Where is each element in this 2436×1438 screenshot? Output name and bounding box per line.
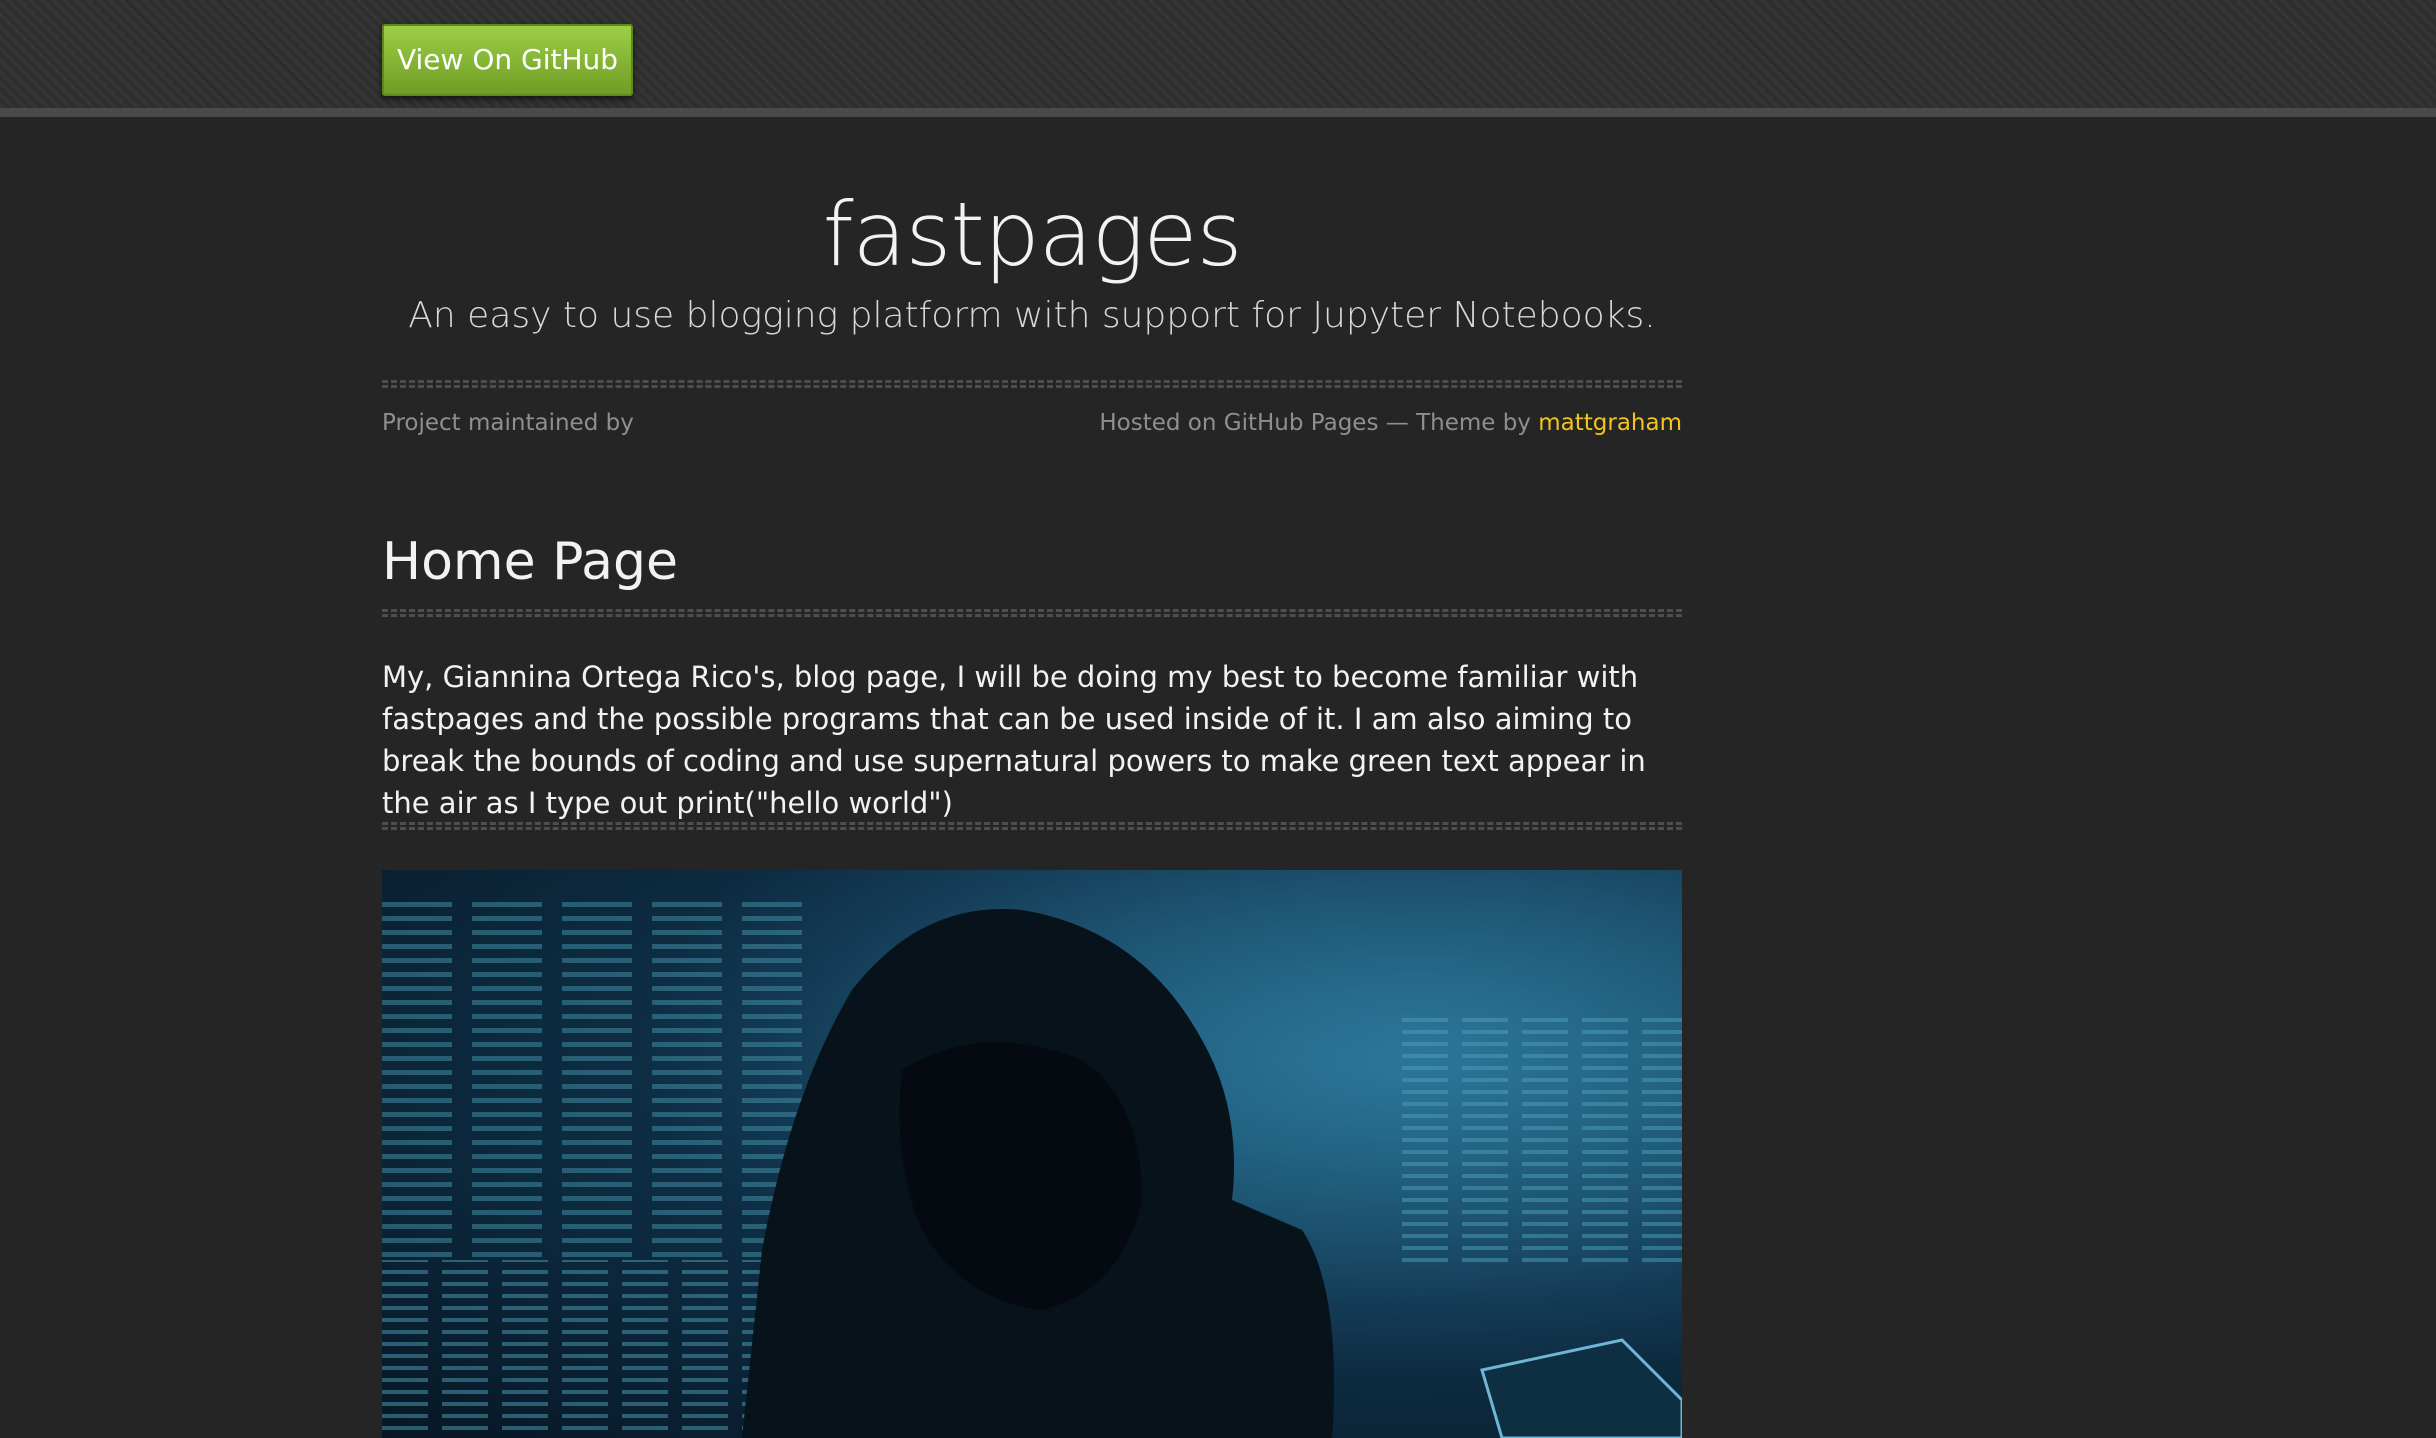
hacker-image (382, 870, 1682, 1438)
top-bar: View On GitHub (0, 0, 2436, 117)
hacker-illustration (382, 870, 1682, 1438)
maintainer-credit: Project maintained by (382, 410, 634, 436)
theme-author-link[interactable]: mattgraham (1538, 410, 1682, 436)
divider (382, 822, 1682, 830)
view-on-github-button[interactable]: View On GitHub (382, 24, 633, 96)
site-title: fastpages (822, 183, 1243, 286)
hosting-credit: Hosted on GitHub Pages — Theme by mattgr… (1099, 410, 1682, 436)
site-tagline: An easy to use blogging platform with su… (408, 295, 1656, 336)
page-heading: Home Page (382, 532, 678, 592)
divider (382, 609, 1682, 617)
hosting-text: Hosted on GitHub Pages — Theme by (1099, 410, 1539, 436)
intro-paragraph: My, Giannina Ortega Rico's, blog page, I… (382, 660, 1646, 820)
divider (382, 380, 1682, 388)
